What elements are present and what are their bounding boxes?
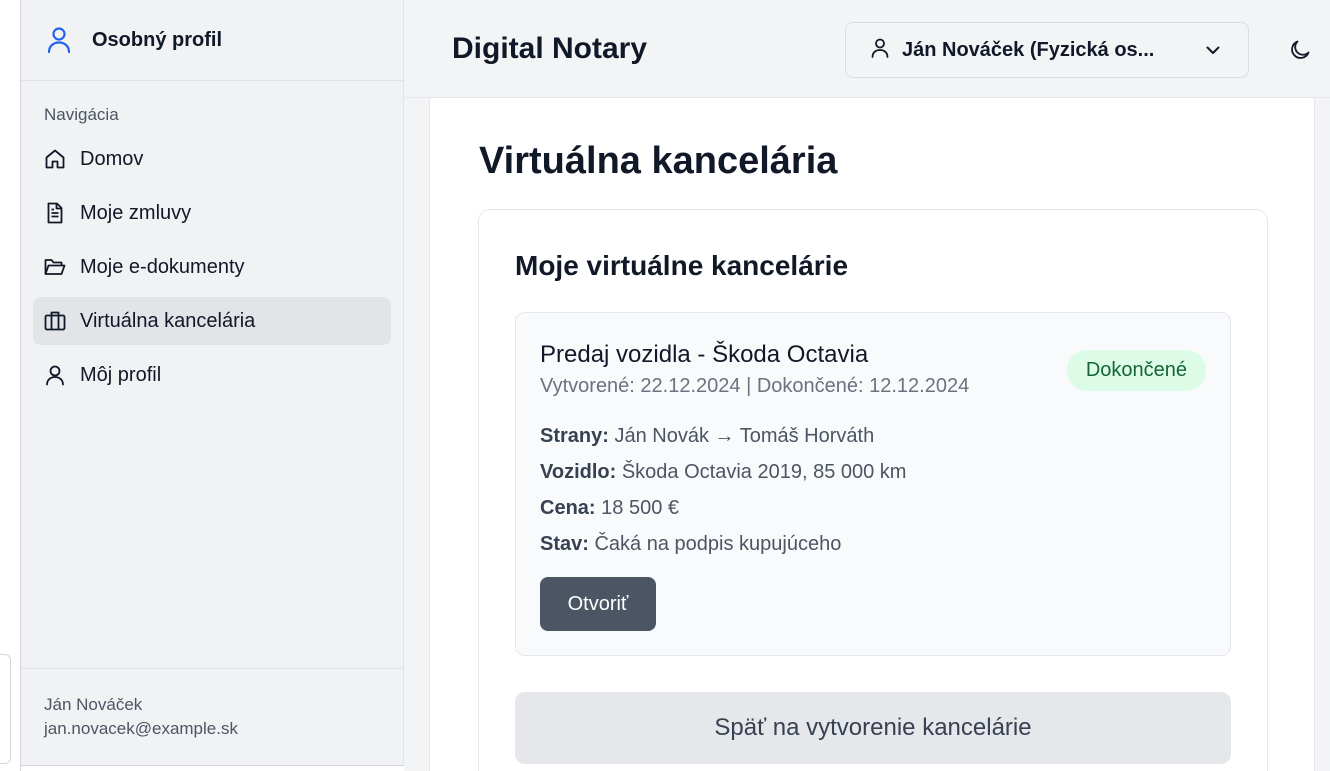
user-select[interactable]: Ján Nováček (Fyzická os... xyxy=(845,22,1249,78)
chevron-down-icon xyxy=(1204,41,1222,64)
sidebar-item-contracts[interactable]: Moje zmluvy xyxy=(33,189,391,237)
sidebar: Osobný profil Navigácia Domov Moje zmluv… xyxy=(21,0,404,766)
nav-list: Domov Moje zmluvy Moje e-dokumenty Virtu… xyxy=(21,135,403,399)
detail-value: Škoda Octavia 2019, 85 000 km xyxy=(621,461,907,483)
back-to-create-button[interactable]: Späť na vytvorenie kancelárie xyxy=(515,692,1231,764)
topbar: Digital Notary Ján Nováček (Fyzická os..… xyxy=(404,0,1330,98)
detail-row-status: Stav: Čaká na podpis kupujúceho xyxy=(540,529,906,565)
status-badge: Dokončené xyxy=(1066,350,1206,391)
moon-icon[interactable] xyxy=(1288,38,1312,62)
detail-row-vehicle: Vozidlo: Škoda Octavia 2019, 85 000 km xyxy=(540,457,906,493)
nav-heading: Navigácia xyxy=(44,105,119,124)
footer-user-name: Ján Nováček xyxy=(44,695,143,714)
offices-panel: Moje virtuálne kancelárie Predaj vozidla… xyxy=(478,209,1268,771)
sidebar-title: Osobný profil xyxy=(92,28,222,51)
sidebar-footer: Ján Nováček jan.novacek@example.sk xyxy=(21,668,403,765)
office-name: Predaj vozidla - Škoda Octavia xyxy=(540,341,869,368)
sidebar-item-label: Virtuálna kancelária xyxy=(80,309,256,332)
open-button[interactable]: Otvoriť xyxy=(540,577,656,631)
main-area: Virtuálna kancelária Moje virtuálne kanc… xyxy=(404,98,1330,771)
detail-label: Stav: xyxy=(540,533,589,555)
office-dates: Vytvorené: 22.12.2024 | Dokončené: 12.12… xyxy=(540,375,970,397)
detail-value: Ján Novák → Tomáš Horváth xyxy=(614,425,875,447)
sidebar-item-label: Moje e-dokumenty xyxy=(80,255,245,278)
detail-label: Cena: xyxy=(540,497,596,519)
detail-row-parties: Strany: Ján Novák → Tomáš Horváth xyxy=(540,421,906,457)
app-title: Digital Notary xyxy=(452,32,648,65)
sidebar-header: Osobný profil xyxy=(21,0,403,81)
gutter-fragment xyxy=(0,654,11,764)
detail-label: Strany: xyxy=(540,425,609,447)
folder-icon xyxy=(44,256,66,278)
detail-row-price: Cena: 18 500 € xyxy=(540,493,906,529)
user-icon xyxy=(44,364,66,386)
detail-value: Čaká na podpis kupujúceho xyxy=(594,533,842,555)
user-select-value: Ján Nováček (Fyzická os... xyxy=(902,38,1155,61)
sidebar-item-label: Domov xyxy=(80,147,144,170)
document-icon xyxy=(44,202,66,224)
panel-title: Moje virtuálne kancelárie xyxy=(515,250,849,281)
home-icon xyxy=(44,148,66,170)
detail-value: 18 500 € xyxy=(601,497,679,519)
office-details: Strany: Ján Novák → Tomáš Horváth Vozidl… xyxy=(540,421,906,565)
content-card: Virtuálna kancelária Moje virtuálne kanc… xyxy=(429,98,1315,771)
sidebar-item-edocuments[interactable]: Moje e-dokumenty xyxy=(33,243,391,291)
user-icon xyxy=(45,26,73,54)
sidebar-item-label: Môj profil xyxy=(80,363,162,386)
office-card: Predaj vozidla - Škoda Octavia Vytvorené… xyxy=(515,312,1231,656)
detail-label: Vozidlo: xyxy=(540,461,617,483)
page-title: Virtuálna kancelária xyxy=(479,140,838,182)
sidebar-item-virtual-office[interactable]: Virtuálna kancelária xyxy=(33,297,391,345)
briefcase-icon xyxy=(44,310,66,332)
sidebar-item-label: Moje zmluvy xyxy=(80,201,192,224)
sidebar-item-home[interactable]: Domov xyxy=(33,135,391,183)
user-icon xyxy=(870,37,890,64)
footer-user-email: jan.novacek@example.sk xyxy=(44,719,238,738)
sidebar-item-profile[interactable]: Môj profil xyxy=(33,351,391,399)
